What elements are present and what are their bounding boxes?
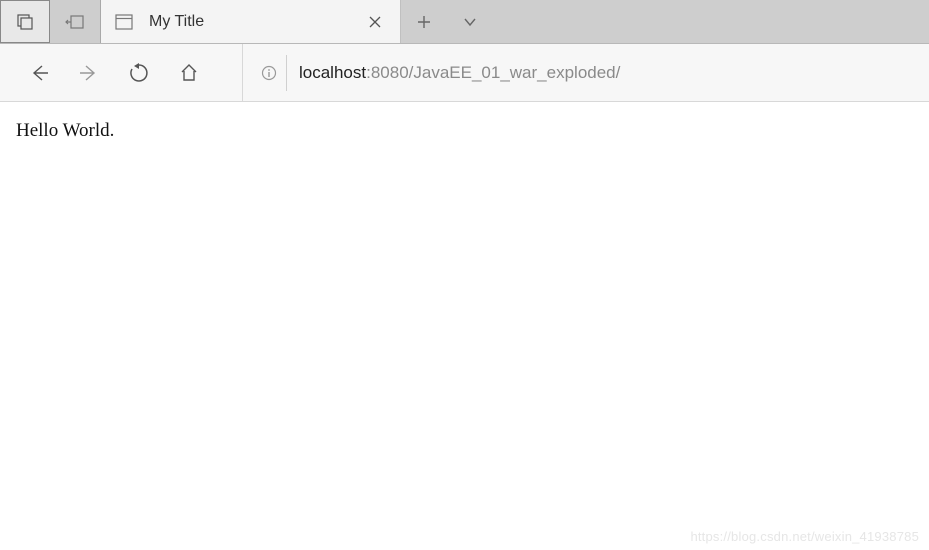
new-tab-button[interactable] xyxy=(401,0,447,43)
tabs-aside-button[interactable] xyxy=(0,0,50,43)
site-info-button[interactable] xyxy=(251,55,287,91)
tab-strip: My Title xyxy=(0,0,929,44)
forward-button[interactable] xyxy=(66,50,112,96)
back-button[interactable] xyxy=(16,50,62,96)
page-body-text: Hello World. xyxy=(16,120,913,142)
url-rest: :8080/JavaEE_01_war_exploded/ xyxy=(366,63,620,82)
navigation-toolbar: localhost:8080/JavaEE_01_war_exploded/ xyxy=(0,44,929,102)
address-bar[interactable]: localhost:8080/JavaEE_01_war_exploded/ xyxy=(299,57,913,89)
set-aside-tabs-button[interactable] xyxy=(50,0,100,43)
page-icon xyxy=(115,14,133,30)
home-button[interactable] xyxy=(166,50,212,96)
page-viewport: Hello World. xyxy=(0,102,929,160)
url-host: localhost xyxy=(299,63,366,82)
window-controls xyxy=(0,0,101,43)
address-region: localhost:8080/JavaEE_01_war_exploded/ xyxy=(242,44,913,101)
tab-title: My Title xyxy=(145,13,352,31)
tab-actions xyxy=(401,0,493,43)
close-tab-button[interactable] xyxy=(364,16,386,28)
watermark: https://blog.csdn.net/weixin_41938785 xyxy=(690,529,919,544)
refresh-button[interactable] xyxy=(116,50,162,96)
browser-tab[interactable]: My Title xyxy=(101,0,401,43)
tab-overflow-button[interactable] xyxy=(447,0,493,43)
